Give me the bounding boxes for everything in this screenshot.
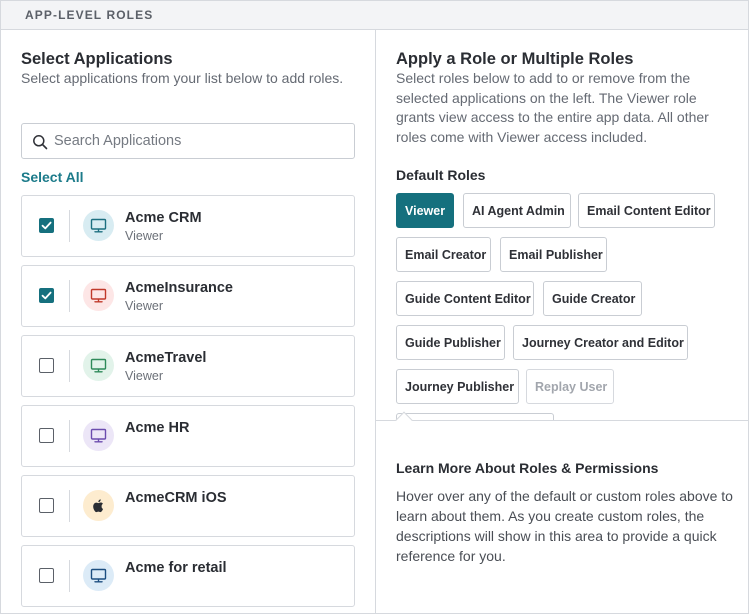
select-all-link[interactable]: Select All bbox=[21, 169, 84, 185]
app-checkbox[interactable] bbox=[39, 568, 54, 583]
app-card[interactable]: Acme CRM Viewer bbox=[21, 195, 355, 257]
roles-scroll-area: Apply a Role or Multiple Roles Select ro… bbox=[376, 1, 748, 420]
role-button[interactable]: Guide Publisher bbox=[396, 325, 505, 360]
role-button[interactable]: Email Content Editor bbox=[578, 193, 715, 228]
app-level-roles-panel: APP-LEVEL ROLES Select Applications Sele… bbox=[0, 0, 749, 614]
card-separator bbox=[69, 420, 70, 452]
check-icon bbox=[41, 221, 52, 230]
app-avatar bbox=[83, 490, 114, 521]
role-button[interactable]: Guide Content Editor bbox=[396, 281, 534, 316]
app-card[interactable]: AcmeCRM iOS bbox=[21, 475, 355, 537]
app-checkbox[interactable] bbox=[39, 218, 54, 233]
card-separator bbox=[69, 280, 70, 312]
app-name: Acme CRM bbox=[125, 210, 202, 226]
role-button[interactable]: Email Creator bbox=[396, 237, 491, 272]
role-button[interactable]: Email Publisher bbox=[500, 237, 607, 272]
role-button[interactable]: Guide Creator bbox=[543, 281, 642, 316]
app-current-role: Viewer bbox=[125, 229, 163, 243]
app-checkbox[interactable] bbox=[39, 358, 54, 373]
role-button[interactable]: AI Agent Admin bbox=[463, 193, 571, 228]
app-checkbox[interactable] bbox=[39, 428, 54, 443]
select-applications-description: Select applications from your list below… bbox=[21, 70, 344, 86]
default-roles-label: Default Roles bbox=[396, 167, 486, 183]
app-current-role: Viewer bbox=[125, 299, 163, 313]
card-separator bbox=[69, 560, 70, 592]
app-name: Acme for retail bbox=[125, 560, 227, 576]
role-button[interactable]: Viewer bbox=[396, 193, 454, 228]
check-icon bbox=[41, 291, 52, 300]
role-info-text: Hover over any of the default or custom … bbox=[396, 488, 733, 564]
role-info-panel: Learn More About Roles & Permissions Hov… bbox=[376, 420, 748, 613]
app-name: AcmeCRM iOS bbox=[125, 490, 227, 506]
app-avatar bbox=[83, 350, 114, 381]
app-avatar bbox=[83, 280, 114, 311]
card-separator bbox=[69, 210, 70, 242]
app-avatar bbox=[83, 420, 114, 451]
role-info-title: Learn More About Roles & Permissions bbox=[396, 460, 659, 476]
app-name: AcmeTravel bbox=[125, 350, 207, 366]
apply-roles-title: Apply a Role or Multiple Roles bbox=[396, 50, 634, 68]
role-button-partial[interactable] bbox=[396, 413, 554, 420]
app-card[interactable]: AcmeTravel Viewer bbox=[21, 335, 355, 397]
app-name: Acme HR bbox=[125, 420, 190, 436]
card-separator bbox=[69, 490, 70, 522]
role-button[interactable]: Replay User bbox=[526, 369, 614, 404]
select-applications-title: Select Applications bbox=[21, 50, 173, 68]
role-button[interactable]: Journey Publisher bbox=[396, 369, 519, 404]
app-current-role: Viewer bbox=[125, 369, 163, 383]
app-card[interactable]: Acme for retail bbox=[21, 545, 355, 607]
apply-roles-description: Select roles below to add to or remove f… bbox=[396, 70, 709, 145]
app-checkbox[interactable] bbox=[39, 498, 54, 513]
search-icon bbox=[33, 135, 48, 150]
app-avatar bbox=[83, 560, 114, 591]
app-checkbox[interactable] bbox=[39, 288, 54, 303]
app-card[interactable]: AcmeInsurance Viewer bbox=[21, 265, 355, 327]
app-name: AcmeInsurance bbox=[125, 280, 233, 296]
app-card[interactable]: Acme HR bbox=[21, 405, 355, 467]
card-separator bbox=[69, 350, 70, 382]
section-title: APP-LEVEL ROLES bbox=[25, 8, 154, 22]
search-box[interactable] bbox=[21, 123, 355, 159]
app-avatar bbox=[83, 210, 114, 241]
role-button[interactable]: Journey Creator and Editor bbox=[513, 325, 688, 360]
search-input[interactable] bbox=[54, 129, 344, 153]
